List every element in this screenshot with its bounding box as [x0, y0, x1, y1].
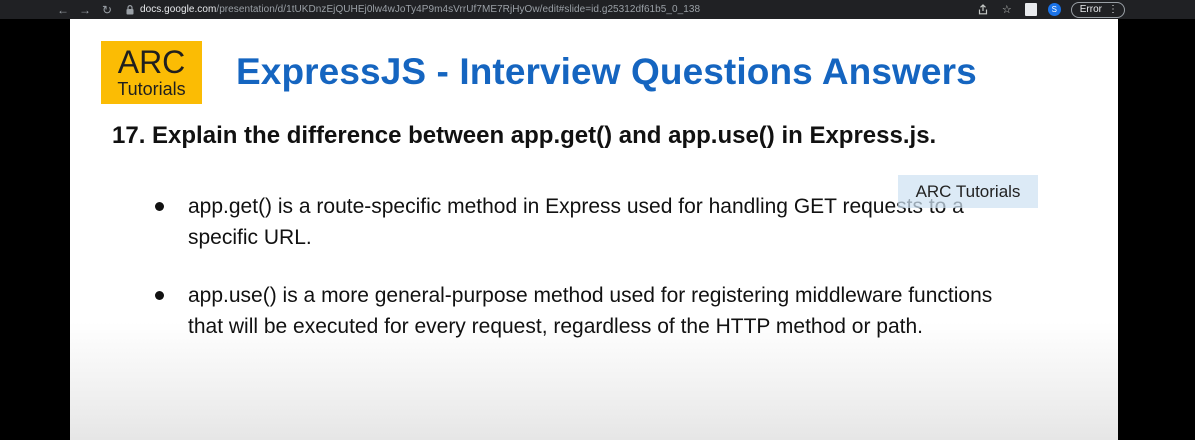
address-bar[interactable]: docs.google.com/presentation/d/1tUKDnzEj…	[124, 4, 976, 16]
reload-icon[interactable]: ↻	[96, 0, 118, 19]
kebab-menu-icon[interactable]: ⋮	[1108, 4, 1118, 15]
share-icon[interactable]	[976, 3, 990, 17]
slide-title: ExpressJS - Interview Questions Answers	[236, 51, 977, 92]
back-icon[interactable]: ←	[52, 0, 74, 19]
bullet-dot-icon	[155, 291, 164, 300]
forward-icon[interactable]: →	[74, 0, 96, 19]
slide-canvas: ARC Tutorials ExpressJS - Interview Ques…	[70, 19, 1118, 440]
answer-list: app.get() is a route-specific method in …	[152, 191, 1032, 369]
avatar[interactable]: S	[1047, 3, 1061, 16]
logo-main-text: ARC	[117, 44, 186, 80]
answer-text: app.use() is a more general-purpose meth…	[188, 284, 993, 338]
lock-icon	[124, 4, 136, 16]
error-label: Error	[1079, 4, 1102, 15]
toolbar-actions: ☆ S Error ⋮	[976, 1, 1125, 18]
logo-sub-text: Tutorials	[117, 79, 186, 99]
side-panel-icon[interactable]	[1024, 3, 1038, 17]
star-icon[interactable]: ☆	[1000, 3, 1014, 17]
arc-tutorials-logo: ARC Tutorials	[101, 41, 202, 104]
bullet-dot-icon	[155, 202, 164, 211]
question-heading: 17. Explain the difference between app.g…	[112, 122, 937, 149]
answer-text: app.get() is a route-specific method in …	[188, 195, 964, 249]
url-text: docs.google.com/presentation/d/1tUKDnzEj…	[140, 4, 700, 15]
browser-toolbar: ← → ↻ docs.google.com/presentation/d/1tU…	[0, 0, 1195, 19]
url-path: /presentation/d/1tUKDnzEjQUHEj0lw4wJoTy4…	[216, 4, 701, 15]
error-button[interactable]: Error ⋮	[1070, 1, 1125, 18]
screen: ← → ↻ docs.google.com/presentation/d/1tU…	[0, 0, 1195, 440]
watermark-badge: ARC Tutorials	[898, 175, 1038, 208]
url-domain: docs.google.com	[140, 4, 217, 15]
answer-bullet: app.use() is a more general-purpose meth…	[152, 280, 1032, 342]
